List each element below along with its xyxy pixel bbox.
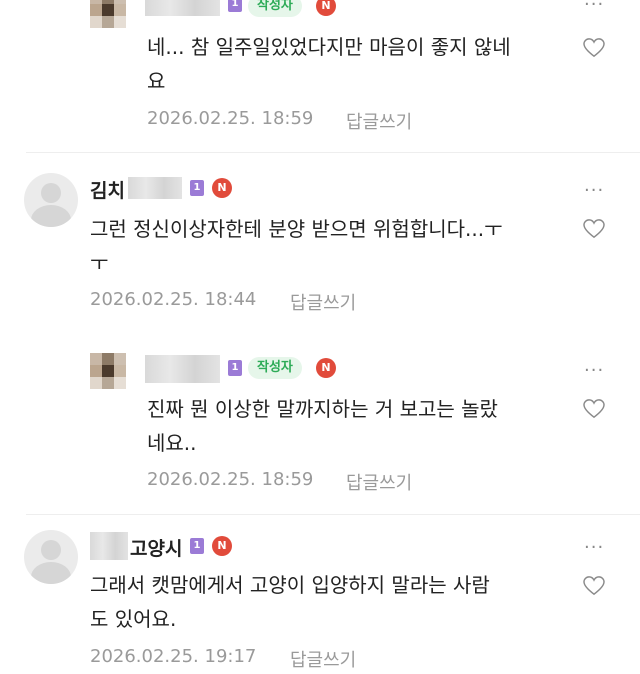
author-name-blurred[interactable] [145,355,220,383]
author-name-blurred[interactable] [90,532,128,560]
author-badge: 작성자 [248,0,302,17]
new-badge: N [316,0,336,16]
heart-icon[interactable] [583,576,605,596]
more-dots-icon[interactable]: ··· [584,0,604,15]
new-badge: N [316,358,336,378]
more-dots-icon[interactable]: ··· [584,537,604,558]
level-badge: 1 [190,538,204,554]
level-badge: 1 [190,180,204,196]
new-badge: N [212,536,232,556]
comment-line: 도 있어요. [90,607,177,631]
author-name-blurred[interactable] [145,0,220,16]
divider [26,152,640,153]
comment-date: 2026.02.25. 18:44 [90,289,257,310]
comment-text: 진짜 뭔 이상한 말까지하는 거 보고는 놀랐 네요.. [147,392,577,460]
comment-line: 진짜 뭔 이상한 말까지하는 거 보고는 놀랐 [147,397,498,421]
avatar[interactable] [90,353,126,389]
divider [26,514,640,515]
comment-date: 2026.02.25. 18:59 [147,108,314,129]
more-dots-icon[interactable]: ··· [584,180,604,201]
comment-line: 네요.. [147,431,197,455]
comment-date: 2026.02.25. 18:59 [147,469,314,490]
avatar-icon[interactable] [24,173,78,227]
comment-line: ㅜ [90,251,109,275]
new-badge: N [212,178,232,198]
comment-line: 그래서 캣맘에게서 고양이 입양하지 말라는 사람 [90,573,490,597]
comment-line: 그런 정신이상자한테 분양 받으면 위험합니다...ㅜ [90,217,503,241]
reply-button[interactable]: 답글쓰기 [346,108,412,134]
author-badge: 작성자 [248,357,302,379]
heart-icon[interactable] [583,38,605,58]
heart-icon[interactable] [583,399,605,419]
level-badge: 1 [228,360,242,376]
more-dots-icon[interactable]: ··· [584,360,604,381]
reply-button[interactable]: 답글쓰기 [346,469,412,495]
comment-date: 2026.02.25. 19:17 [90,646,257,667]
comment-text: 그래서 캣맘에게서 고양이 입양하지 말라는 사람 도 있어요. [90,568,580,636]
avatar-icon[interactable] [24,530,78,584]
comment-text: 네... 참 일주일있었다지만 마음이 좋지 않네 요 [147,30,577,98]
level-badge: 1 [228,0,242,12]
author-name[interactable]: 김치 [90,176,125,203]
comment-text: 그런 정신이상자한테 분양 받으면 위험합니다...ㅜ ㅜ [90,212,580,280]
avatar[interactable] [90,0,126,28]
comment-line: 네... 참 일주일있었다지만 마음이 좋지 않네 [147,35,511,59]
author-name[interactable]: 고양시 [130,534,182,561]
reply-button[interactable]: 답글쓰기 [290,646,356,672]
heart-icon[interactable] [583,219,605,239]
author-name-blurred[interactable] [128,177,182,199]
reply-button[interactable]: 답글쓰기 [290,289,356,315]
comment-line: 요 [147,69,166,93]
